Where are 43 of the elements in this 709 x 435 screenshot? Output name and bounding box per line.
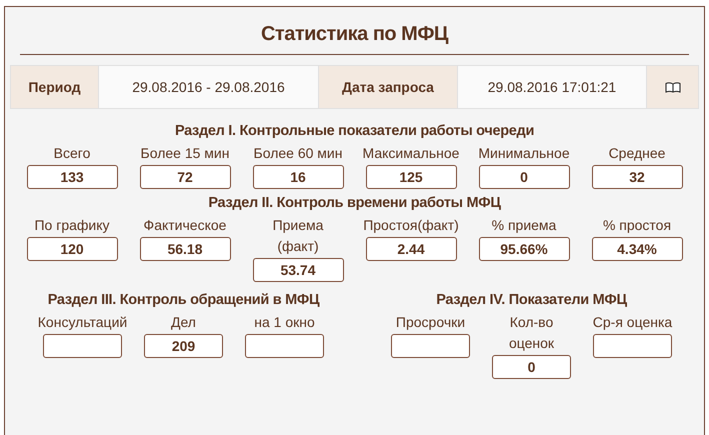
field-label: Максимальное	[362, 144, 460, 163]
value-field: 0	[478, 165, 570, 189]
period-value: 29.08.2016 - 29.08.2016	[99, 66, 319, 108]
request-date-label: Дата запроса	[319, 66, 458, 108]
field-label: Приема (факт)	[272, 216, 324, 256]
value-field: 0	[492, 355, 571, 379]
field-label: Кол-во оценок	[508, 313, 554, 353]
field-label: Просрочки	[396, 313, 466, 332]
value-field: 2.44	[366, 237, 456, 261]
page-title: Статистика по МФЦ	[20, 7, 689, 55]
field-label: Всего	[54, 144, 90, 163]
section-heading: Раздел II. Контроль времени работы МФЦ	[208, 195, 501, 211]
field-label: на 1 окно	[254, 313, 315, 332]
field-label: Дел	[171, 313, 196, 332]
value-field: 209	[144, 334, 223, 358]
section-heading: Раздел IV. Показатели МФЦ	[436, 292, 627, 308]
value-field: 95.66%	[478, 237, 570, 261]
request-date-value: 29.08.2016 17:01:21	[458, 66, 647, 108]
field-label: Простоя(факт)	[363, 216, 459, 235]
field-label: Ср-я оценка	[592, 313, 672, 332]
field-label: Среднее	[608, 144, 666, 163]
section-heading: Раздел III. Контроль обращений в МФЦ	[48, 292, 320, 308]
value-field: 4.34%	[592, 237, 682, 261]
field-label: Консультаций	[38, 313, 128, 332]
field-label: Более 15 мин	[140, 144, 230, 163]
value-field: 125	[366, 165, 456, 189]
value-field: 53.74	[252, 258, 344, 282]
field-label: Минимальное	[478, 144, 570, 163]
period-label: Период	[11, 66, 99, 108]
value-field: 120	[26, 237, 118, 261]
field-label: % приема	[492, 216, 556, 235]
book-button[interactable]	[647, 66, 698, 108]
book-icon	[664, 82, 680, 92]
field-label: % простоя	[602, 216, 672, 235]
value-field: 32	[592, 165, 682, 189]
field-label: Фактическое	[144, 216, 226, 235]
value-field: 16	[252, 165, 344, 189]
value-field: 56.18	[140, 237, 230, 261]
field-label: Более 60 мин	[254, 144, 342, 163]
section-heading: Раздел I. Контрольные показатели работы очереди	[174, 123, 534, 139]
value-field: 72	[140, 165, 230, 189]
value-field: 133	[26, 165, 118, 189]
field-label: По графику	[34, 216, 110, 235]
